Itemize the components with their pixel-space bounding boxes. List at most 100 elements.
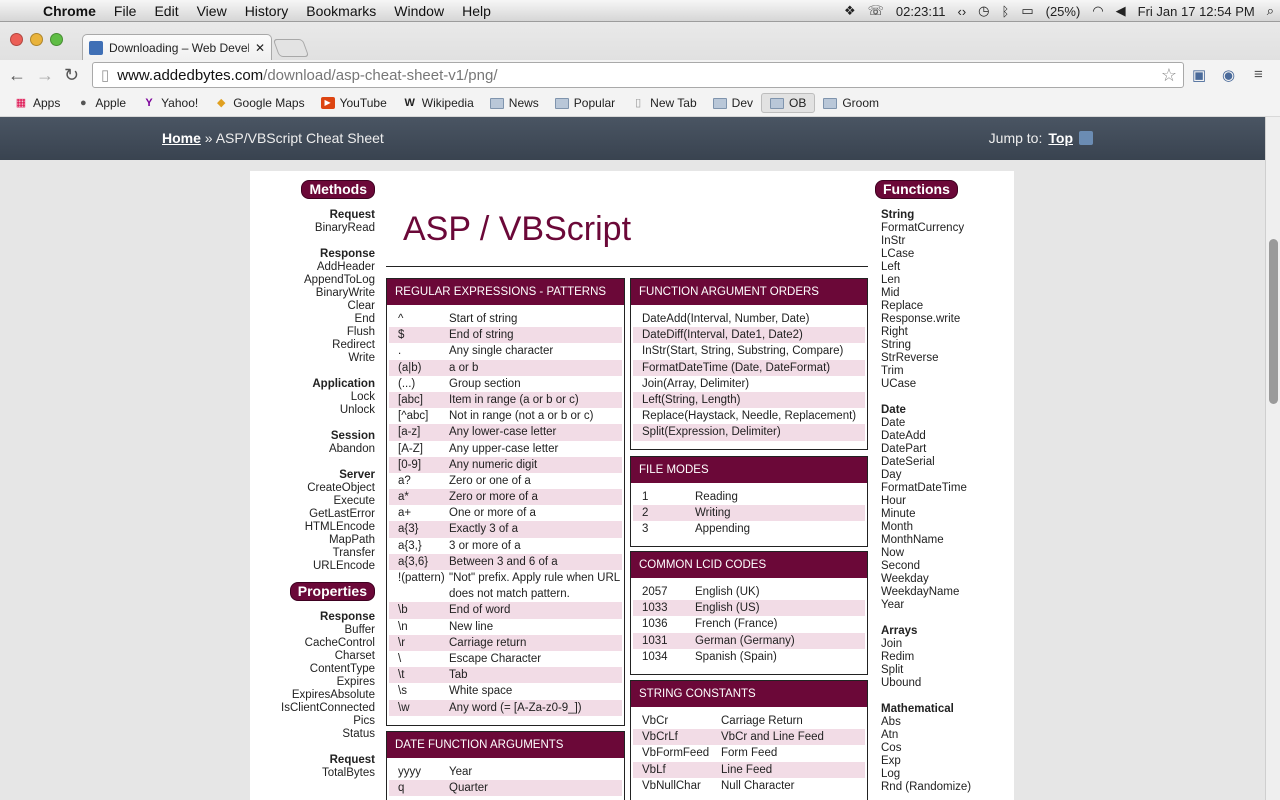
api-item: Ubound bbox=[881, 677, 922, 689]
bookmark-youtube[interactable]: ▶ YouTube bbox=[313, 96, 395, 110]
row-key: 1 bbox=[642, 491, 649, 503]
row-key: VbFormFeed bbox=[642, 747, 710, 760]
bookmark-yahoo[interactable]: Y Yahoo! bbox=[134, 96, 206, 110]
bookmark-news[interactable]: News bbox=[482, 96, 547, 110]
battery-icon[interactable]: ▭ bbox=[1015, 3, 1039, 19]
page-icon: ▯ bbox=[635, 97, 642, 109]
table-row: \s White space bbox=[389, 683, 622, 699]
api-group: Session Abandon bbox=[256, 430, 375, 456]
tab-active[interactable]: Downloading – Web Develo ✕ bbox=[82, 34, 272, 60]
left-column: Methods Request BinaryRead Response AddHead… bbox=[256, 180, 375, 780]
row-key: (a|b) bbox=[398, 361, 422, 374]
properties-heading: Properties bbox=[256, 582, 375, 601]
api-item: AddHeader bbox=[316, 261, 375, 273]
zoom-window-icon[interactable] bbox=[50, 33, 63, 46]
properties-list: Response Buffer CacheControl Charset Content… bbox=[256, 611, 375, 780]
wifi-icon[interactable]: ◠ bbox=[1086, 3, 1109, 19]
menu-window[interactable]: Window bbox=[385, 3, 453, 19]
properties-pill: Properties bbox=[289, 582, 375, 601]
breadcrumb: Home » ASP/VBScript Cheat Sheet bbox=[162, 130, 384, 146]
jump-top-link[interactable]: Top bbox=[1048, 130, 1073, 146]
volume-icon[interactable]: ◀ bbox=[1110, 3, 1132, 19]
extension-icon[interactable]: ▣ bbox=[1192, 66, 1206, 84]
menu-help[interactable]: Help bbox=[453, 3, 500, 19]
rss-icon[interactable] bbox=[1079, 131, 1093, 145]
api-group: Request TotalBytes bbox=[256, 754, 375, 780]
title-divider bbox=[386, 266, 868, 267]
bookmark-label: Wikipedia bbox=[421, 96, 474, 110]
string-constants-panel: STRING CONSTANTS VbCr Carriage Return VbCr… bbox=[630, 680, 868, 800]
bookmark-groom[interactable]: Groom bbox=[815, 96, 887, 110]
row-value: Writing bbox=[695, 507, 731, 520]
group-heading: Server bbox=[339, 469, 375, 481]
minimize-window-icon[interactable] bbox=[30, 33, 43, 46]
row-value: Escape Character bbox=[449, 652, 542, 665]
table-row: Replace(Haystack, Needle, Replacement) bbox=[633, 408, 865, 424]
api-item: FormatDateTime bbox=[881, 482, 967, 494]
row-key: 3 bbox=[642, 523, 649, 536]
row-key: 2057 bbox=[642, 586, 668, 598]
menu-bookmarks[interactable]: Bookmarks bbox=[297, 3, 385, 19]
new-tab-button[interactable] bbox=[272, 39, 310, 57]
extension-user-icon[interactable]: ◉ bbox=[1222, 66, 1235, 84]
time-machine-icon[interactable]: ◷ bbox=[972, 3, 995, 19]
menu-view[interactable]: View bbox=[188, 3, 236, 19]
bookmark-apps[interactable]: ▦ Apps bbox=[6, 96, 68, 110]
scrollbar-thumb[interactable] bbox=[1269, 239, 1278, 404]
row-value: InStr(Start, String, Substring, Compare) bbox=[642, 345, 844, 358]
bookmark-apple[interactable]: ● Apple bbox=[68, 96, 134, 110]
chrome-menu-icon[interactable]: ≡ bbox=[1254, 66, 1263, 83]
row-key: VbLf bbox=[642, 763, 666, 776]
folder-icon bbox=[489, 97, 504, 109]
menu-history[interactable]: History bbox=[236, 3, 298, 19]
reload-icon[interactable]: ↻ bbox=[64, 65, 79, 86]
tab-close-icon[interactable]: ✕ bbox=[255, 41, 265, 55]
clock[interactable]: Fri Jan 17 12:54 PM bbox=[1132, 4, 1261, 19]
bluetooth-icon[interactable]: ᛒ bbox=[996, 4, 1016, 19]
forward-arrow-icon[interactable]: → bbox=[36, 65, 54, 86]
back-arrow-icon[interactable]: ← bbox=[8, 65, 26, 86]
table-row: FormatDateTime (Date, DateFormat) bbox=[633, 359, 865, 376]
bookmark-popular[interactable]: Popular bbox=[547, 96, 623, 110]
file-modes-panel: FILE MODES 1 Reading 2 Writing 3 Appending bbox=[630, 456, 868, 547]
menu-edit[interactable]: Edit bbox=[145, 3, 187, 19]
bookmark-star-icon[interactable]: ☆ bbox=[1161, 65, 1177, 86]
row-key: \s bbox=[398, 685, 407, 698]
group-heading: Response bbox=[320, 248, 375, 260]
row-value: End of string bbox=[449, 329, 514, 342]
phone-timer-icon[interactable]: ☏ bbox=[862, 3, 890, 19]
table-row: a{3} Exactly 3 of a bbox=[389, 521, 622, 538]
favicon-icon bbox=[89, 40, 103, 55]
page-scrollbar[interactable] bbox=[1265, 117, 1280, 800]
bookmark-label: Apps bbox=[33, 96, 61, 110]
bookmark-new-tab[interactable]: ▯ New Tab bbox=[623, 96, 704, 110]
sheet-title: ASP / VBScript bbox=[403, 210, 632, 248]
api-item: Log bbox=[881, 768, 901, 780]
table-row: InStr(Start, String, Substring, Compare) bbox=[633, 343, 865, 359]
row-value: Between 3 and 6 of a bbox=[449, 555, 558, 568]
api-item: HTMLEncode bbox=[304, 521, 375, 533]
row-key: a+ bbox=[398, 507, 412, 520]
dropbox-icon[interactable]: ❖ bbox=[838, 3, 862, 19]
breadcrumb-home-link[interactable]: Home bbox=[162, 130, 201, 146]
panel-header: REGULAR EXPRESSIONS - PATTERNS bbox=[387, 279, 624, 305]
api-item: Year bbox=[881, 599, 905, 611]
menu-file[interactable]: File bbox=[105, 3, 146, 19]
api-item: UCase bbox=[881, 378, 917, 390]
bookmark-wikipedia[interactable]: W Wikipedia bbox=[395, 96, 482, 110]
bookmark-ob[interactable]: OB bbox=[761, 93, 816, 113]
spotlight-search-icon[interactable]: ⌕ bbox=[1261, 3, 1280, 19]
row-key: 1034 bbox=[642, 650, 668, 663]
row-key: VbCr bbox=[642, 715, 669, 727]
regex-panel: REGULAR EXPRESSIONS - PATTERNS ^ Start of… bbox=[386, 278, 625, 726]
row-key: $ bbox=[398, 329, 405, 342]
bookmark-dev[interactable]: Dev bbox=[705, 96, 761, 110]
api-item: Execute bbox=[333, 495, 375, 507]
code-icon[interactable]: ‹› bbox=[952, 4, 973, 19]
bookmark-google-maps[interactable]: ◆ Google Maps bbox=[206, 96, 312, 110]
close-window-icon[interactable] bbox=[10, 33, 23, 46]
row-key: yyyy bbox=[398, 766, 421, 778]
menu-app-name[interactable]: Chrome bbox=[34, 3, 105, 19]
api-item: Buffer bbox=[344, 624, 375, 636]
address-bar[interactable]: ▯ www.addedbytes.com/download/asp-cheat-… bbox=[92, 62, 1184, 88]
